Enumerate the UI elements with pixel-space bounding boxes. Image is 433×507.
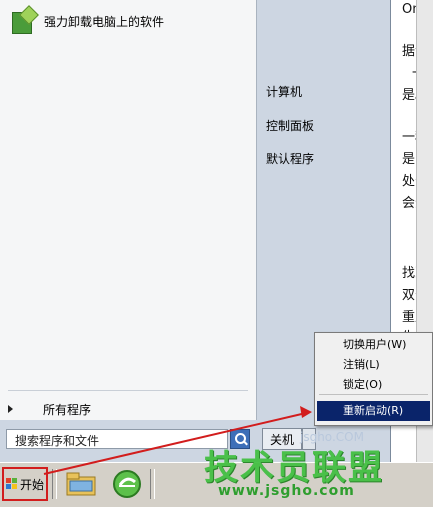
watermark-url: www.jsgho.com <box>218 483 355 499</box>
menu-item-switch-user[interactable]: 切换用户(W) <box>317 335 430 355</box>
start-button[interactable]: 开始 <box>2 467 48 501</box>
search-input[interactable]: 搜索程序和文件 <box>6 429 228 449</box>
expand-arrow-icon <box>8 405 13 413</box>
start-menu-left-pane: 强力卸载电脑上的软件 所有程序 <box>0 0 257 420</box>
menu-item-lock[interactable]: 锁定(O) <box>317 375 430 395</box>
watermark-logo-text: 技术员联盟 <box>204 448 384 488</box>
menu-divider <box>8 390 248 391</box>
taskbar-separator <box>150 469 155 499</box>
pinned-program-item[interactable]: 强力卸载电脑上的软件 <box>10 5 246 36</box>
right-item-default-programs[interactable]: 默认程序 <box>266 149 314 169</box>
taskbar-separator <box>52 469 57 499</box>
file-explorer-icon[interactable] <box>64 467 98 501</box>
start-label: 开始 <box>19 477 44 492</box>
shutdown-submenu: 切换用户(W) 注销(L) 锁定(O) 重新启动(R) <box>314 332 433 426</box>
right-item-control-panel[interactable]: 控制面板 <box>266 116 314 136</box>
all-programs-item[interactable]: 所有程序 <box>8 400 248 418</box>
menu-item-log-off[interactable]: 注销(L) <box>317 355 430 375</box>
menu-separator <box>319 394 428 395</box>
right-item-computer[interactable]: 计算机 <box>266 82 302 102</box>
all-programs-label: 所有程序 <box>43 402 92 417</box>
menu-item-restart[interactable]: 重新启动(R) <box>317 401 430 421</box>
uninstall-software-icon <box>10 5 39 34</box>
pinned-program-label: 强力卸载电脑上的软件 <box>44 14 165 29</box>
browser-icon[interactable] <box>110 467 144 501</box>
windows-logo-icon <box>5 478 18 490</box>
